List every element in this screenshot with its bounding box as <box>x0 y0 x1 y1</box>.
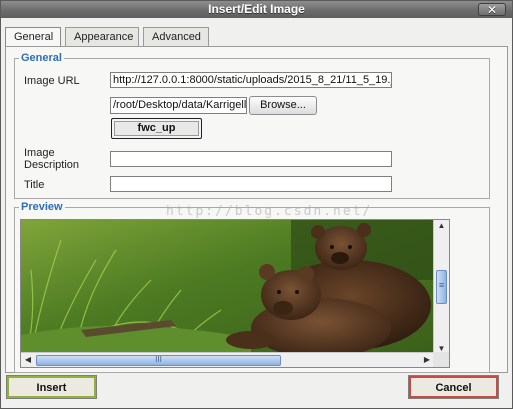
scroll-corner <box>433 352 449 367</box>
preview-image <box>21 220 434 354</box>
preview-horizontal-scrollbar[interactable]: ◀ III ▶ <box>21 352 434 367</box>
dialog-title: Insert/Edit Image <box>208 2 305 16</box>
image-url-label: Image URL <box>24 75 80 87</box>
watermark-text: http://blog.csdn.net/ <box>166 204 373 219</box>
insert-button-label: Insert <box>36 382 67 394</box>
image-description-input[interactable] <box>110 151 392 167</box>
tab-general-label: General <box>14 31 54 43</box>
tab-general[interactable]: General <box>5 27 61 47</box>
preview-legend: Preview <box>19 201 65 213</box>
dialog-titlebar[interactable]: Insert/Edit Image ✕ <box>1 1 512 18</box>
scroll-left-icon[interactable]: ◀ <box>23 355 33 364</box>
general-legend: General <box>19 52 64 64</box>
file-path-input[interactable]: /root/Desktop/data/Karrigell <box>110 97 247 114</box>
image-description-label-line1: Image <box>24 147 55 159</box>
insert-edit-image-dialog: Insert/Edit Image ✕ General Appearance A… <box>0 0 513 409</box>
title-input[interactable] <box>110 176 392 192</box>
preview-frame[interactable]: ▲ ≡ ▼ ◀ III ▶ <box>20 219 450 368</box>
upload-button-label: fwc_up <box>137 122 176 134</box>
tab-appearance[interactable]: Appearance <box>65 27 139 46</box>
title-label: Title <box>24 179 45 191</box>
scroll-up-icon[interactable]: ▲ <box>434 221 449 230</box>
image-url-input[interactable]: http://127.0.0.1:8000/static/uploads/201… <box>110 72 392 88</box>
image-description-label-line2: Description <box>24 159 80 171</box>
preview-vertical-scrollbar[interactable]: ▲ ≡ ▼ <box>433 220 449 354</box>
scroll-right-icon[interactable]: ▶ <box>422 355 432 364</box>
close-button[interactable]: ✕ <box>478 3 506 17</box>
horizontal-scroll-thumb[interactable]: III <box>36 355 281 366</box>
horizontal-grip-icon: III <box>155 355 162 364</box>
vertical-scroll-thumb[interactable]: ≡ <box>436 270 447 304</box>
close-icon: ✕ <box>486 3 498 17</box>
cancel-button[interactable]: Cancel <box>408 375 499 399</box>
tab-advanced[interactable]: Advanced <box>143 27 209 46</box>
browse-button-label: Browse... <box>260 99 306 111</box>
cancel-button-label: Cancel <box>435 382 472 394</box>
insert-button[interactable]: Insert <box>6 375 97 399</box>
upload-button[interactable]: fwc_up <box>111 118 202 139</box>
vertical-grip-icon: ≡ <box>438 280 445 290</box>
browse-button[interactable]: Browse... <box>249 96 317 115</box>
tab-appearance-label: Appearance <box>74 31 134 43</box>
tab-advanced-label: Advanced <box>152 31 201 43</box>
